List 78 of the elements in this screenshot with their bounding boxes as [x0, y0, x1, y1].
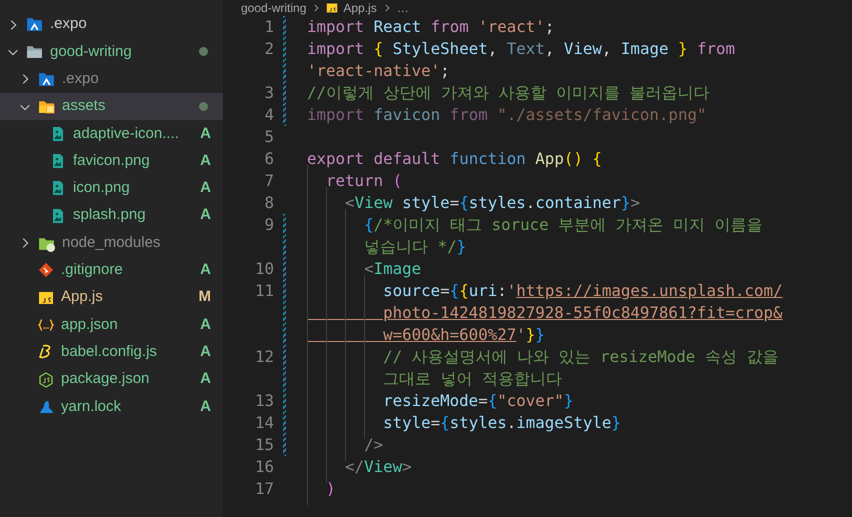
breadcrumb-item[interactable]: good-writing: [241, 0, 306, 17]
line-number: 15: [254, 434, 274, 456]
git-status: A: [200, 396, 211, 417]
image-file-icon: [50, 153, 66, 170]
breadcrumb-item[interactable]: App.js: [343, 0, 377, 17]
git-status: A: [200, 124, 211, 144]
tree-item[interactable]: .gitignore A: [0, 256, 223, 284]
folder-icon: [38, 98, 55, 116]
tree-item[interactable]: .expo: [0, 11, 223, 38]
tree-item[interactable]: icon.png A: [0, 174, 223, 202]
tree-item[interactable]: App.js M: [0, 284, 223, 312]
line-number: 3: [263, 82, 274, 104]
tree-item[interactable]: .expo: [0, 66, 223, 93]
file-name: good-writing: [50, 42, 133, 62]
file-name: app.json: [61, 314, 119, 335]
line-number: 13: [254, 390, 274, 412]
tree-item[interactable]: favicon.png A: [0, 147, 223, 175]
line-number: 10: [254, 258, 274, 280]
git-status: A: [200, 178, 211, 198]
tree-item[interactable]: adaptive-icon.... A: [0, 120, 223, 148]
braces-icon: [38, 316, 54, 333]
code-line: import { StyleSheet, Text, View, Image } from: [307, 38, 736, 60]
image-file-icon: [50, 180, 66, 196]
file-name: icon.png: [73, 178, 131, 198]
code-line: import React from 'react';: [307, 16, 554, 38]
tree-item[interactable]: app.json A: [0, 311, 223, 339]
breadcrumb-item[interactable]: …: [396, 0, 409, 17]
code-line: import favicon from "./assets/favicon.png": [307, 104, 706, 126]
tree-item[interactable]: babel.config.js A: [0, 338, 223, 366]
git-status: A: [200, 260, 211, 280]
file-name: favicon.png: [73, 150, 151, 171]
folder-icon: [38, 70, 55, 88]
git-status: A: [200, 342, 211, 362]
line-number: 12: [254, 346, 274, 368]
file-name: .expo: [50, 14, 88, 34]
line-number: 6: [263, 148, 274, 170]
file-name: babel.config.js: [61, 342, 158, 362]
code-line: 'react-native';: [307, 60, 450, 82]
file-name: node_modules: [62, 232, 162, 253]
file-name: splash.png: [73, 205, 147, 226]
hexagon-icon: [38, 372, 54, 388]
line-number: 7: [263, 170, 274, 192]
git-status: A: [200, 314, 211, 335]
code-line: //이렇게 상단에 가져와 사용할 이미지를 불러옵니다: [307, 82, 710, 104]
js-file-icon: [38, 290, 54, 306]
js-file-icon: [326, 2, 338, 14]
file-name: assets: [62, 96, 106, 116]
file-name: yarn.lock: [61, 396, 122, 417]
tree-item[interactable]: good-writing: [0, 38, 223, 66]
file-name: .expo: [62, 68, 100, 89]
line-number: 11: [254, 280, 274, 302]
git-status: A: [200, 205, 211, 226]
line-number: 14: [254, 412, 274, 434]
image-file-icon: [50, 208, 66, 224]
image-file-icon: [50, 126, 66, 142]
line-number: 16: [254, 456, 274, 478]
tree-item[interactable]: splash.png A: [0, 202, 223, 230]
folder-icon: [26, 16, 43, 34]
git-status: M: [198, 287, 211, 308]
file-name: package.json: [61, 369, 150, 390]
line-number: 8: [263, 192, 274, 214]
line-number: 1: [263, 16, 274, 38]
folder-icon: [26, 43, 43, 60]
line-number: 4: [263, 104, 274, 126]
git-status: A: [200, 150, 211, 171]
tree-item[interactable]: node_modules: [0, 229, 223, 257]
tree-item[interactable]: assets: [0, 92, 223, 120]
line-number: 9: [263, 214, 274, 236]
file-name: adaptive-icon....: [73, 124, 180, 144]
line-number: 5: [263, 126, 274, 148]
file-name: .gitignore: [61, 260, 124, 280]
code-line: export default function App() {: [307, 148, 602, 170]
git-status: A: [200, 369, 211, 390]
tree-item[interactable]: package.json A: [0, 366, 223, 394]
file-name: App.js: [61, 287, 104, 308]
line-number: 2: [263, 38, 274, 60]
tree-item[interactable]: yarn.lock A: [0, 393, 223, 420]
line-number: 17: [254, 478, 274, 500]
